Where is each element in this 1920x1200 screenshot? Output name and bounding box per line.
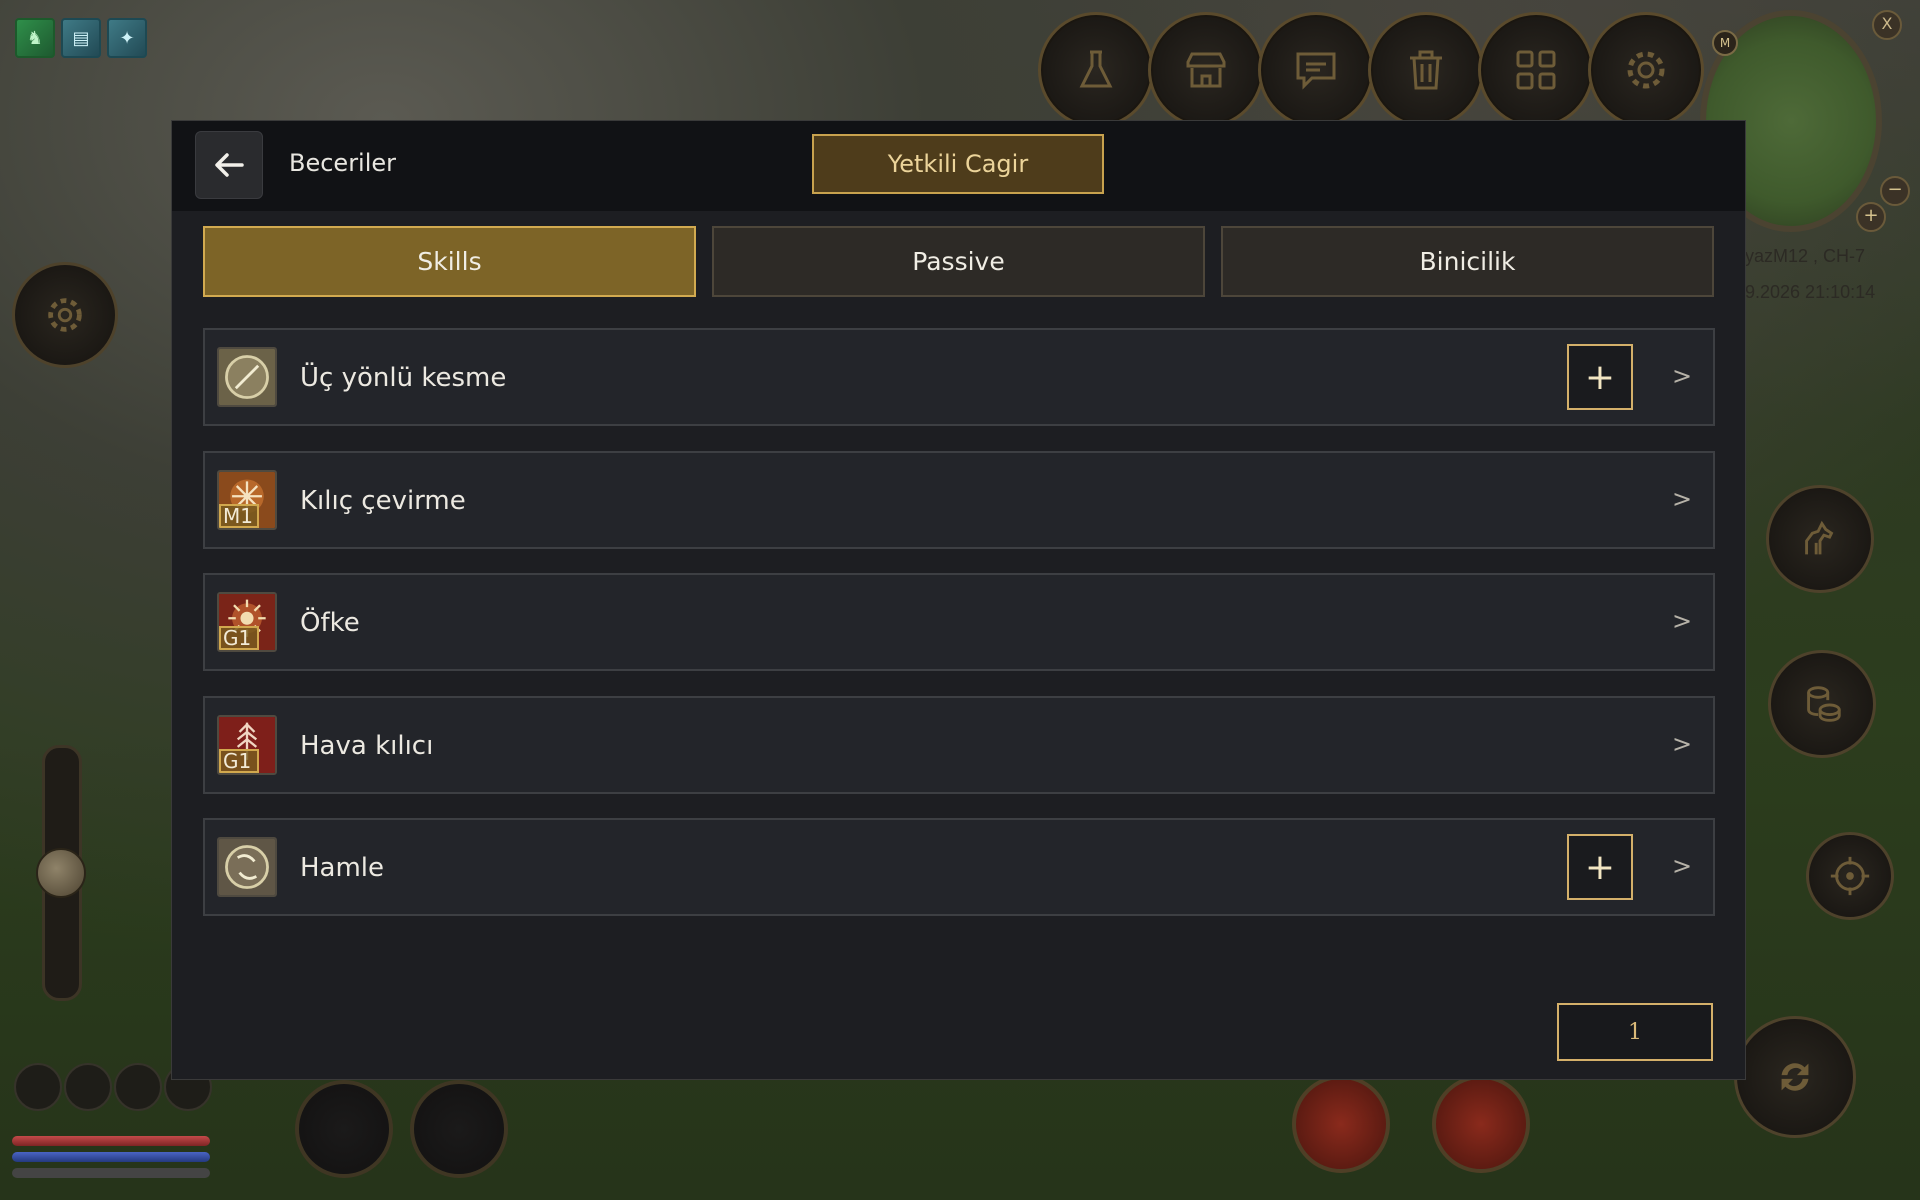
wing-buff-icon: ✦ xyxy=(107,18,147,58)
flask-icon[interactable] xyxy=(1038,12,1154,128)
zoom-out-icon[interactable]: − xyxy=(1880,176,1910,206)
back-button[interactable] xyxy=(195,131,263,199)
target-icon[interactable] xyxy=(1806,832,1894,920)
minimap-marker-icon[interactable]: M xyxy=(1712,30,1738,56)
sword-spin-icon: M1 xyxy=(217,470,277,530)
skill-row[interactable]: Hamle + > xyxy=(203,818,1715,916)
skill-name: Hamle xyxy=(300,853,385,883)
skill-row[interactable]: Üç yönlü kesme + > xyxy=(203,328,1715,426)
zoom-in-icon[interactable]: + xyxy=(1856,202,1886,232)
chevron-right-icon[interactable]: > xyxy=(1672,730,1692,758)
settings-gear-icon[interactable] xyxy=(12,262,118,368)
quickslot[interactable] xyxy=(64,1063,112,1111)
trash-icon[interactable] xyxy=(1368,12,1484,128)
skill-name: Kılıç çevirme xyxy=(300,486,466,516)
skill-grade-badge: G1 xyxy=(219,749,259,773)
rage-skill-slot-icon[interactable] xyxy=(1292,1075,1390,1173)
skills-window: Beceriler Yetkili Cagir Skills Passive B… xyxy=(171,120,1746,1080)
skill-row[interactable]: G1 Öfke > xyxy=(203,573,1715,671)
mp-bar xyxy=(12,1152,210,1162)
server-channel: yazM12 , CH-7 xyxy=(1745,246,1866,266)
skill-name: Öfke xyxy=(300,608,360,638)
tab-skills[interactable]: Skills xyxy=(203,226,696,297)
server-datetime: 9.2026 21:10:14 xyxy=(1745,282,1876,302)
mount-horse-icon[interactable] xyxy=(1766,485,1874,593)
call-gm-button[interactable]: Yetkili Cagir xyxy=(812,134,1104,194)
horse-buff-icon: ♞ xyxy=(15,18,55,58)
skill-slot-empty[interactable] xyxy=(295,1080,393,1178)
quickslot[interactable] xyxy=(114,1063,162,1111)
skill-name: Hava kılıcı xyxy=(300,731,434,761)
xp-bar xyxy=(12,1168,210,1178)
dash-icon xyxy=(217,837,277,897)
skill-name: Üç yönlü kesme xyxy=(300,363,507,393)
page-indicator[interactable]: 1 xyxy=(1557,1003,1713,1061)
skill-row[interactable]: M1 Kılıç çevirme > xyxy=(203,451,1715,549)
skill-grade-badge: G1 xyxy=(219,626,259,650)
skill-slot-empty[interactable] xyxy=(410,1080,508,1178)
chat-icon[interactable] xyxy=(1258,12,1374,128)
chevron-right-icon[interactable]: > xyxy=(1672,852,1692,880)
minimap-close-icon[interactable]: X xyxy=(1872,10,1902,40)
chevron-right-icon[interactable]: > xyxy=(1672,362,1692,390)
skill-tabs: Skills Passive Binicilik xyxy=(203,226,1714,297)
shop-icon[interactable] xyxy=(1148,12,1264,128)
rage-icon: G1 xyxy=(217,592,277,652)
add-skill-point-button[interactable]: + xyxy=(1567,834,1633,900)
chevron-right-icon[interactable]: > xyxy=(1672,607,1692,635)
window-header: Beceriler Yetkili Cagir xyxy=(172,121,1745,211)
tab-binicilik[interactable]: Binicilik xyxy=(1221,226,1714,297)
quickslot[interactable] xyxy=(14,1063,62,1111)
chevron-right-icon[interactable]: > xyxy=(1672,485,1692,513)
blade-slash-icon xyxy=(217,347,277,407)
buff-bar: ♞ ▤ ✦ xyxy=(15,18,147,58)
scroll-buff-icon: ▤ xyxy=(61,18,101,58)
air-sword-icon: G1 xyxy=(217,715,277,775)
coins-icon[interactable] xyxy=(1768,650,1876,758)
tab-passive[interactable]: Passive xyxy=(712,226,1205,297)
add-skill-point-button[interactable]: + xyxy=(1567,344,1633,410)
gear-icon[interactable] xyxy=(1588,12,1704,128)
arrow-left-icon xyxy=(215,153,244,177)
grid-icon[interactable] xyxy=(1478,12,1594,128)
skill-grade-badge: M1 xyxy=(219,504,259,528)
air-sword-skill-slot-icon[interactable] xyxy=(1432,1075,1530,1173)
swap-cycle-icon[interactable] xyxy=(1734,1016,1856,1138)
window-title: Beceriler xyxy=(289,149,397,177)
slider-handle[interactable] xyxy=(36,848,86,898)
hp-bar xyxy=(12,1136,210,1146)
top-menu-bar xyxy=(1038,12,1704,128)
skill-row[interactable]: G1 Hava kılıcı > xyxy=(203,696,1715,794)
status-bars xyxy=(12,1136,210,1184)
